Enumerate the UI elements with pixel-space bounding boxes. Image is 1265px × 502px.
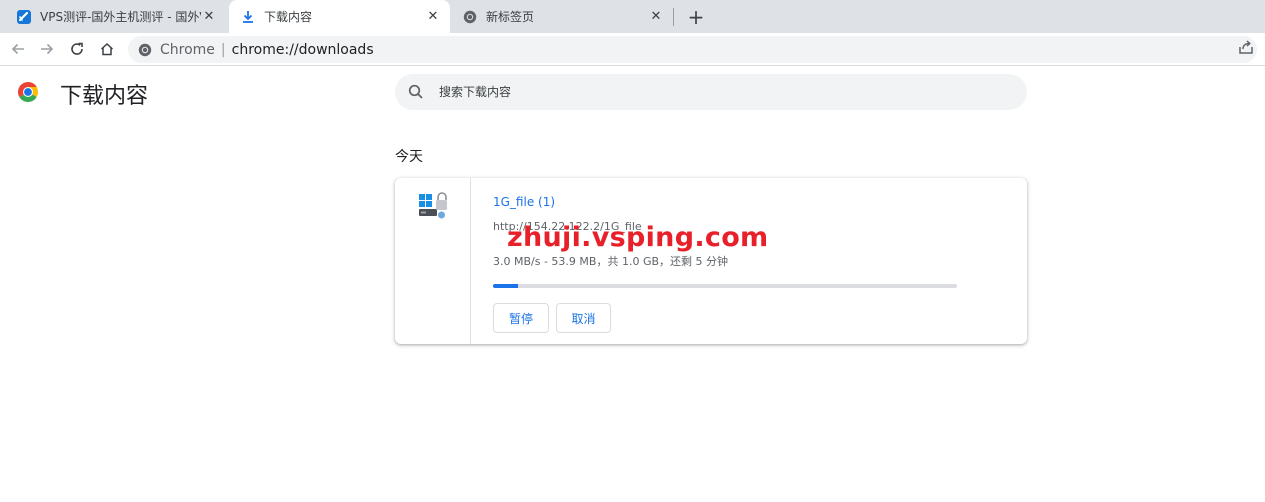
- back-button[interactable]: [6, 37, 30, 61]
- share-icon[interactable]: [1237, 38, 1255, 56]
- toolbar: Chrome | chrome://downloads: [0, 33, 1265, 66]
- pause-button[interactable]: 暂停: [493, 303, 549, 333]
- tab-title: 新标签页: [486, 10, 535, 24]
- chrome-logo-icon: [17, 81, 39, 103]
- file-icon-column: [395, 178, 471, 344]
- download-item: 1G_file (1) http://154.22.122.2/1G_file …: [395, 178, 1027, 344]
- reload-button[interactable]: [65, 37, 89, 61]
- download-status: 3.0 MB/s - 53.9 MB，共 1.0 GB，还剩 5 分钟: [493, 255, 729, 268]
- back-arrow-icon: [11, 43, 24, 55]
- close-icon[interactable]: ✕: [201, 9, 217, 25]
- page-title: 下载内容: [60, 84, 149, 109]
- url-text: chrome://downloads: [231, 41, 374, 58]
- reload-icon: [71, 42, 83, 55]
- search-input[interactable]: [437, 84, 1001, 100]
- progress-fill: [493, 284, 518, 288]
- tab-title: 下载内容: [264, 10, 313, 24]
- close-icon[interactable]: ✕: [425, 9, 441, 25]
- home-button[interactable]: [95, 37, 119, 61]
- url-divider: |: [220, 41, 226, 58]
- download-progress-bar: [493, 284, 957, 288]
- url-scheme-label: Chrome: [160, 41, 215, 58]
- chrome-icon: [138, 43, 152, 57]
- cancel-button[interactable]: 取消: [556, 303, 611, 333]
- tab-new-tab[interactable]: 新标签页 ✕: [451, 0, 673, 33]
- download-icon: [240, 9, 256, 25]
- chrome-icon: [462, 9, 478, 25]
- close-icon[interactable]: ✕: [648, 9, 664, 25]
- file-type-icon: [417, 192, 449, 220]
- forward-arrow-icon: [41, 43, 54, 55]
- address-bar[interactable]: Chrome | chrome://downloads: [128, 36, 1257, 63]
- site-favicon-icon: [16, 9, 32, 25]
- search-icon: [407, 83, 425, 101]
- watermark-text: zhuji.vsping.com: [507, 222, 769, 253]
- tab-title: VPS测评-国外主机测评 - 国外VP: [40, 10, 201, 24]
- tab-downloads[interactable]: 下载内容 ✕: [229, 0, 450, 33]
- search-box[interactable]: [395, 74, 1027, 110]
- date-header: 今天: [395, 149, 423, 165]
- home-icon: [100, 42, 114, 56]
- tab-strip: VPS测评-国外主机测评 - 国外VP ✕ 下载内容 ✕ 新标签页 ✕ +: [0, 0, 1265, 33]
- tab-vps-review[interactable]: VPS测评-国外主机测评 - 国外VP ✕: [0, 0, 226, 33]
- file-name-link[interactable]: 1G_file (1): [493, 195, 555, 209]
- tab-separator: [673, 8, 674, 26]
- new-tab-button[interactable]: +: [684, 5, 708, 29]
- forward-button[interactable]: [35, 37, 59, 61]
